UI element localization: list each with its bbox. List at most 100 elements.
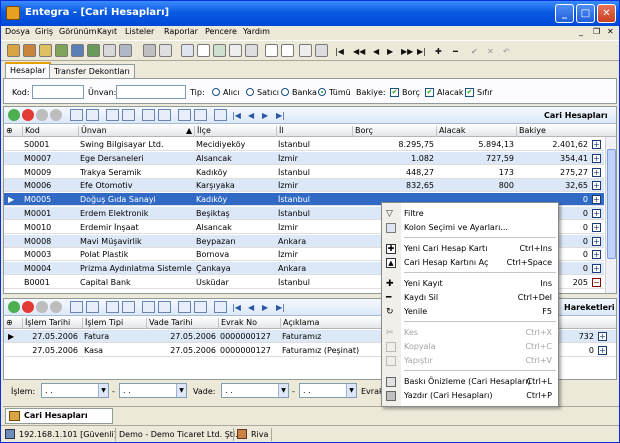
- expand-icon[interactable]: +: [592, 153, 601, 163]
- mdi-minimize-button[interactable]: _: [579, 27, 583, 36]
- doc-tab-cari-hesaplari[interactable]: Cari Hesapları: [5, 408, 113, 424]
- islem-start-date[interactable]: . . ▼: [41, 383, 109, 398]
- grid-filter-icon[interactable]: [106, 109, 119, 121]
- card-icon[interactable]: [70, 301, 83, 313]
- card-icon[interactable]: [70, 109, 83, 121]
- menu-item-kolon-secimi[interactable]: Kolon Seçimi ve Ayarları...: [382, 221, 558, 234]
- grid-first-icon[interactable]: |◀: [232, 301, 241, 314]
- grid-scroll-thumb[interactable]: [607, 149, 616, 259]
- dropdown-arrow-icon[interactable]: ▼: [346, 384, 356, 397]
- alici-radio[interactable]: [212, 88, 220, 96]
- menu-item-yazdir[interactable]: Yazdır (Cari Hesapları) Ctrl+P: [382, 389, 558, 402]
- grid-last-icon[interactable]: ▶|: [276, 301, 285, 314]
- table-row[interactable]: M0009 Trakya Seramik Kadıköy İstanbul 448,27…: [4, 166, 604, 179]
- add-row-icon[interactable]: [8, 301, 20, 313]
- grid-copy-icon[interactable]: [158, 109, 171, 121]
- alacak-checkbox[interactable]: ✔: [425, 88, 434, 97]
- grid-export-icon[interactable]: [142, 301, 155, 313]
- menu-item-baski-onizleme[interactable]: Baskı Önizleme (Cari Hesapları) Ctrl+L: [382, 375, 558, 388]
- table-row[interactable]: S0001 Swing Bilgisayar Ltd. Mecidiyeköy İst…: [4, 138, 604, 151]
- post-row-icon[interactable]: [36, 109, 48, 121]
- table-row[interactable]: M0007 Ege Dersaneleri Alsancak İzmir 1.082 72…: [4, 151, 604, 165]
- satici-radio[interactable]: [246, 88, 254, 96]
- col-kod[interactable]: Kod: [22, 126, 78, 137]
- check-icon[interactable]: [299, 44, 312, 57]
- vade-end-date[interactable]: . . ▼: [299, 383, 357, 398]
- grid-refresh-icon[interactable]: [214, 109, 227, 121]
- expand-icon[interactable]: +: [592, 236, 601, 246]
- document-icon[interactable]: [103, 44, 116, 57]
- undo-icon[interactable]: ↶: [503, 45, 510, 58]
- minimize-button[interactable]: _: [555, 4, 574, 23]
- box-icon[interactable]: [23, 44, 36, 57]
- vade-start-date[interactable]: . . ▼: [221, 383, 289, 398]
- dropdown-arrow-icon[interactable]: ▼: [176, 384, 186, 397]
- sifir-checkbox[interactable]: ✔: [465, 88, 474, 97]
- tab-hesaplar[interactable]: Hesaplar: [5, 62, 51, 78]
- kod-input[interactable]: [32, 85, 84, 99]
- mdi-close-button[interactable]: ✕: [607, 27, 614, 36]
- tumu-radio[interactable]: [318, 88, 326, 96]
- cancel-row-icon[interactable]: [50, 109, 62, 121]
- grid-print-icon[interactable]: [178, 301, 191, 313]
- menu-item-yenile[interactable]: ↻ Yenile F5: [382, 305, 558, 318]
- col-ilce[interactable]: İlçe: [194, 126, 276, 137]
- col-borc[interactable]: Borç: [352, 126, 436, 137]
- cancel-row-icon[interactable]: [50, 301, 62, 313]
- book-icon[interactable]: [87, 44, 100, 57]
- menu-item-kes[interactable]: ✂ Kes Ctrl+X: [382, 326, 558, 339]
- bank-icon[interactable]: [55, 44, 68, 57]
- nav-next-icon[interactable]: ▶: [387, 45, 393, 58]
- add-card-icon[interactable]: [265, 44, 278, 57]
- menu-listeler[interactable]: Listeler: [125, 27, 154, 36]
- nav-prev-icon[interactable]: ◀: [373, 45, 379, 58]
- grid-filter-icon[interactable]: [106, 301, 119, 313]
- delete-row-icon[interactable]: [22, 301, 34, 313]
- delete-record-icon[interactable]: ━: [453, 45, 458, 58]
- nav-last-icon[interactable]: ▶|: [417, 45, 426, 58]
- dropdown-arrow-icon[interactable]: ▼: [278, 384, 288, 397]
- print-preview-icon[interactable]: [159, 44, 172, 57]
- filter-icon[interactable]: [197, 44, 210, 57]
- grid-vscrollbar[interactable]: [605, 137, 616, 293]
- menu-giris[interactable]: Giriş: [35, 27, 53, 36]
- grid-preview-icon[interactable]: [194, 301, 207, 313]
- mdi-restore-button[interactable]: ❐: [593, 27, 600, 36]
- islem-end-date[interactable]: . . ▼: [119, 383, 187, 398]
- col-islem-tipi[interactable]: İşlem Tipi: [82, 318, 146, 329]
- open-card-icon[interactable]: [281, 44, 294, 57]
- expand-icon[interactable]: +: [592, 195, 601, 205]
- expand-icon[interactable]: +: [592, 181, 601, 191]
- nav-next-page-icon[interactable]: ▶▶: [401, 45, 413, 58]
- expand-icon[interactable]: +: [592, 140, 601, 149]
- post-icon[interactable]: ✔: [471, 45, 478, 58]
- post-row-icon[interactable]: [36, 301, 48, 313]
- grid-export-icon[interactable]: [142, 109, 155, 121]
- menu-item-yeni-cari-kart[interactable]: ✚ Yeni Cari Hesap Kartı Ctrl+Ins: [382, 242, 558, 255]
- columns-icon[interactable]: [213, 44, 226, 57]
- expand-icon[interactable]: +: [592, 222, 601, 232]
- add-record-icon[interactable]: ✚: [435, 45, 442, 58]
- menu-pencere[interactable]: Pencere: [205, 27, 237, 36]
- grid-prev-icon[interactable]: ◀: [248, 109, 254, 122]
- menu-gorunum[interactable]: Görünüm: [59, 27, 96, 36]
- borc-checkbox[interactable]: ✔: [390, 88, 399, 97]
- col-evrak-no[interactable]: Evrak No: [218, 318, 280, 329]
- print-icon[interactable]: [143, 44, 156, 57]
- col-alacak[interactable]: Alacak: [436, 126, 516, 137]
- card-open-icon[interactable]: [86, 301, 99, 313]
- expand-icon[interactable]: +: [592, 250, 601, 260]
- menu-raporlar[interactable]: Raporlar: [164, 27, 198, 36]
- col-islem-tarihi[interactable]: İşlem Tarihi: [22, 318, 82, 329]
- expand-icon[interactable]: +: [592, 264, 601, 274]
- calculator-icon[interactable]: [71, 44, 84, 57]
- close-button[interactable]: ✕: [597, 4, 616, 23]
- cancel-icon[interactable]: ✕: [487, 45, 494, 58]
- table-row[interactable]: M0006 Efe Otomotiv Karşıyaka İzmir 832,65 800…: [4, 179, 604, 193]
- grid-copy-icon[interactable]: [158, 301, 171, 313]
- nav-first-icon[interactable]: |◀: [335, 45, 344, 58]
- grid-columns-icon[interactable]: [122, 109, 135, 121]
- nav-prev-page-icon[interactable]: ◀◀: [353, 45, 365, 58]
- unvan-input[interactable]: [116, 85, 186, 99]
- card-open-icon[interactable]: [86, 109, 99, 121]
